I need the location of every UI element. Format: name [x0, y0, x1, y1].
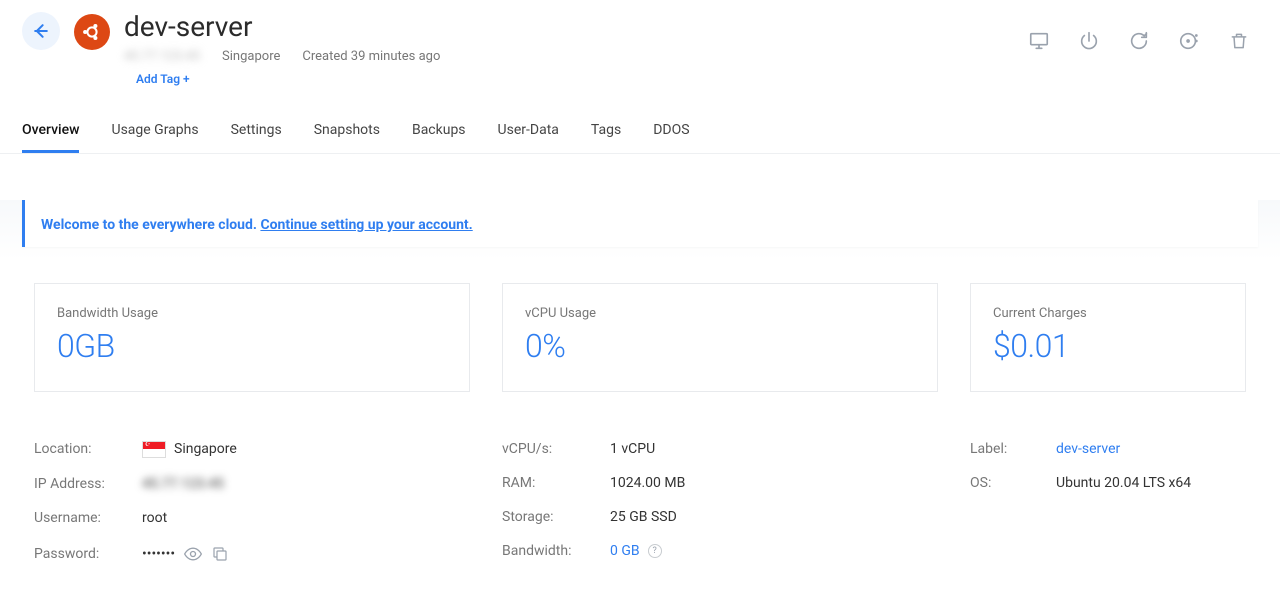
storage-label: Storage:	[502, 509, 610, 525]
header-created: Created 39 minutes ago	[302, 49, 440, 64]
username-value: root	[142, 510, 167, 526]
server-label-label: Label:	[970, 441, 1056, 457]
os-label: OS:	[970, 475, 1056, 491]
metric-charges: Current Charges $0.01	[970, 283, 1246, 392]
bandwidth-value[interactable]: 0 GB	[610, 543, 640, 559]
power-button[interactable]	[1078, 30, 1100, 52]
console-button[interactable]	[1028, 30, 1050, 52]
tab-usage-graphs[interactable]: Usage Graphs	[111, 122, 198, 153]
username-label: Username:	[34, 510, 142, 526]
bandwidth-help-button[interactable]: ?	[648, 544, 662, 558]
arrow-left-icon	[31, 21, 51, 41]
os-value: Ubuntu 20.04 LTS x64	[1056, 475, 1191, 491]
copy-password-button[interactable]	[211, 545, 229, 563]
bandwidth-label: Bandwidth:	[502, 543, 610, 559]
copy-icon	[211, 545, 229, 563]
eye-icon	[183, 544, 203, 564]
storage-value: 25 GB SSD	[610, 509, 677, 525]
metric-vcpu-label: vCPU Usage	[525, 306, 915, 321]
header-actions	[1028, 12, 1258, 52]
os-logo	[74, 14, 110, 50]
metric-bandwidth-label: Bandwidth Usage	[57, 306, 447, 321]
details-col-1: Location: Singapore IP Address: 45.77.12…	[34, 432, 470, 573]
header-region: Singapore	[222, 49, 280, 64]
singapore-flag-icon	[142, 441, 166, 458]
tab-backups[interactable]: Backups	[412, 122, 466, 153]
tab-snapshots[interactable]: Snapshots	[314, 122, 380, 153]
tab-bar: Overview Usage Graphs Settings Snapshots…	[0, 92, 1280, 154]
header-ip-masked: 45.77.123.45	[124, 49, 200, 64]
metrics-row: Bandwidth Usage 0GB vCPU Usage 0% Curren…	[0, 247, 1280, 402]
details-col-3: Label: dev-server OS: Ubuntu 20.04 LTS x…	[970, 432, 1246, 573]
tab-settings[interactable]: Settings	[231, 122, 282, 153]
reinstall-button[interactable]	[1178, 30, 1200, 52]
ip-value: 45.77.123.45	[142, 476, 224, 492]
details-grid: Location: Singapore IP Address: 45.77.12…	[0, 402, 1280, 609]
power-icon	[1078, 30, 1100, 52]
password-value: •••••••	[142, 546, 175, 562]
metric-bandwidth: Bandwidth Usage 0GB	[34, 283, 470, 392]
metric-charges-value: $0.01	[993, 327, 1223, 365]
back-button[interactable]	[22, 12, 60, 50]
location-value: Singapore	[174, 441, 237, 457]
vcpus-value: 1 vCPU	[610, 441, 655, 457]
banner-link[interactable]: Continue setting up your account.	[260, 217, 472, 233]
refresh-icon	[1128, 30, 1150, 52]
server-label-value[interactable]: dev-server	[1056, 441, 1120, 457]
details-col-2: vCPU/s: 1 vCPU RAM: 1024.00 MB Storage: …	[502, 432, 938, 573]
metric-vcpu-value: 0%	[525, 327, 915, 365]
ip-label: IP Address:	[34, 476, 142, 492]
restart-button[interactable]	[1128, 30, 1150, 52]
ram-label: RAM:	[502, 475, 610, 491]
tab-tags[interactable]: Tags	[591, 122, 621, 153]
reveal-password-button[interactable]	[183, 544, 203, 564]
server-title: dev-server	[124, 12, 440, 43]
vcpus-label: vCPU/s:	[502, 441, 610, 457]
tab-user-data[interactable]: User-Data	[498, 122, 559, 153]
ubuntu-icon	[81, 21, 103, 43]
tab-ddos[interactable]: DDOS	[653, 122, 689, 153]
password-label: Password:	[34, 546, 142, 562]
disc-icon	[1178, 30, 1200, 52]
delete-button[interactable]	[1228, 30, 1250, 52]
banner-prefix: Welcome to the everywhere cloud.	[41, 217, 260, 233]
add-tag-button[interactable]: Add Tag +	[136, 72, 440, 86]
page-header: dev-server 45.77.123.45 Singapore Create…	[0, 0, 1280, 92]
metric-bandwidth-value: 0GB	[57, 327, 447, 365]
setup-banner: Welcome to the everywhere cloud. Continu…	[22, 200, 1258, 247]
metric-charges-label: Current Charges	[993, 306, 1223, 321]
trash-icon	[1229, 31, 1249, 51]
monitor-icon	[1028, 30, 1050, 52]
location-label: Location:	[34, 441, 142, 457]
metric-vcpu: vCPU Usage 0%	[502, 283, 938, 392]
ram-value: 1024.00 MB	[610, 475, 685, 491]
tab-overview[interactable]: Overview	[22, 122, 79, 153]
